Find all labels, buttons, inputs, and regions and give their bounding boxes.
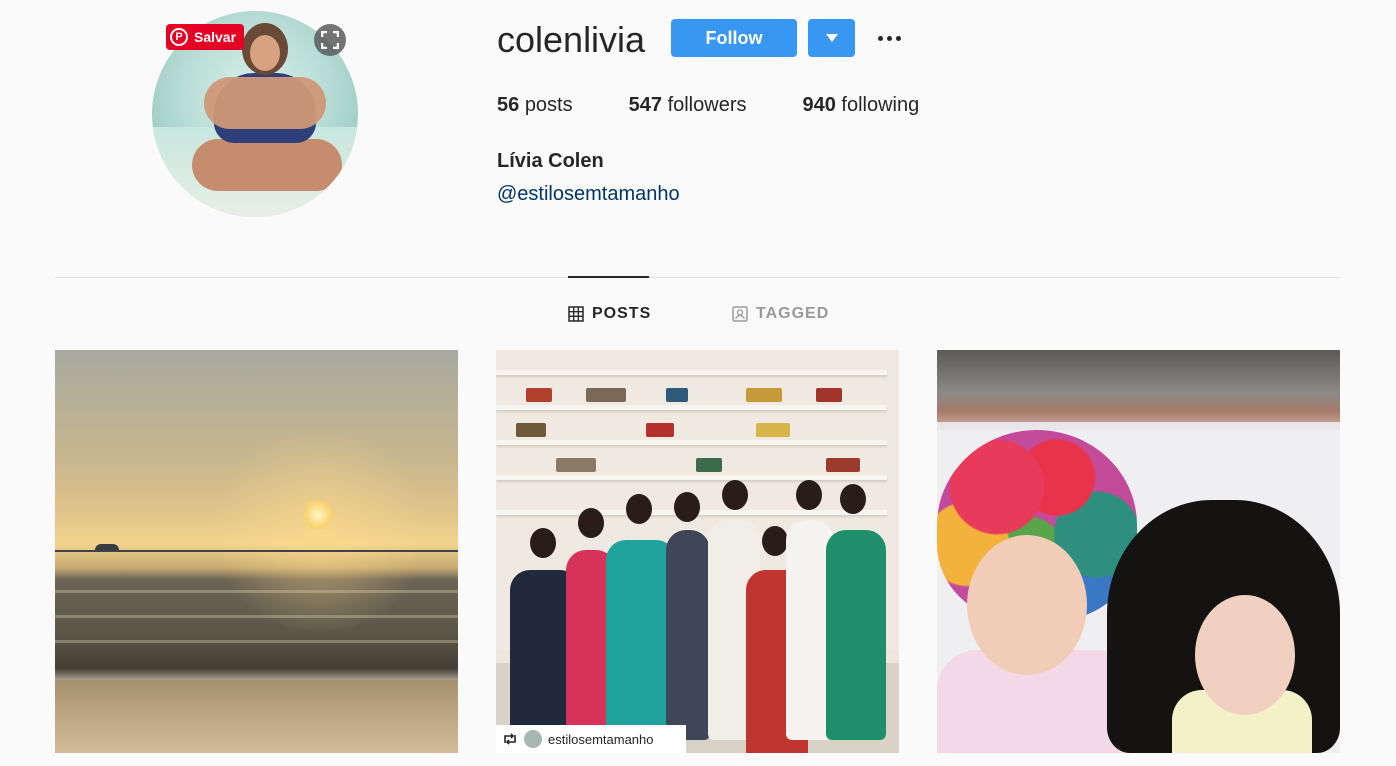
profile-full-name: Lívia Colen [497, 150, 604, 172]
pinterest-save-button[interactable]: P Salvar [166, 24, 244, 50]
repost-credit: estilosemtamanho [496, 725, 686, 753]
pinterest-icon: P [170, 28, 188, 46]
expand-button[interactable] [314, 24, 346, 56]
ellipsis-icon [877, 35, 883, 41]
following-stat[interactable]: 940 following [802, 94, 919, 117]
tab-tagged[interactable]: TAGGED [732, 305, 829, 323]
post-thumbnail-3[interactable] [937, 350, 1340, 753]
active-tab-indicator [568, 276, 649, 278]
credit-handle: estilosemtamanho [548, 731, 654, 747]
tab-tagged-label: TAGGED [756, 305, 830, 322]
posts-label: posts [524, 94, 573, 116]
bio-mention-link[interactable]: @estilosemtamanho [497, 183, 680, 206]
suggestions-dropdown-button[interactable] [808, 19, 855, 57]
profile-stats: 56 posts 547 followers 940 following [497, 94, 975, 117]
repost-icon [504, 733, 516, 745]
post-thumbnail-1[interactable] [55, 350, 458, 753]
expand-icon [321, 31, 339, 49]
tabs-divider [55, 277, 1340, 278]
profile-username: colenlivia [497, 19, 646, 60]
tab-posts-label: POSTS [592, 305, 652, 322]
credit-avatar [524, 730, 542, 748]
post-thumbnail-2[interactable]: estilosemtamanho [496, 350, 899, 753]
tab-posts[interactable]: POSTS [568, 305, 651, 323]
more-options-button[interactable] [873, 24, 905, 52]
tagged-icon [732, 306, 748, 322]
followers-count: 547 [628, 94, 662, 116]
posts-count: 56 [497, 94, 520, 116]
caret-down-icon [825, 34, 838, 42]
pinterest-save-label: Salvar [194, 29, 237, 45]
follow-button[interactable]: Follow [671, 19, 797, 57]
followers-label: followers [667, 94, 747, 116]
following-label: following [841, 94, 920, 116]
followers-stat[interactable]: 547 followers [629, 94, 747, 117]
grid-icon [568, 306, 584, 322]
posts-stat: 56 posts [497, 94, 573, 117]
following-count: 940 [802, 94, 836, 116]
